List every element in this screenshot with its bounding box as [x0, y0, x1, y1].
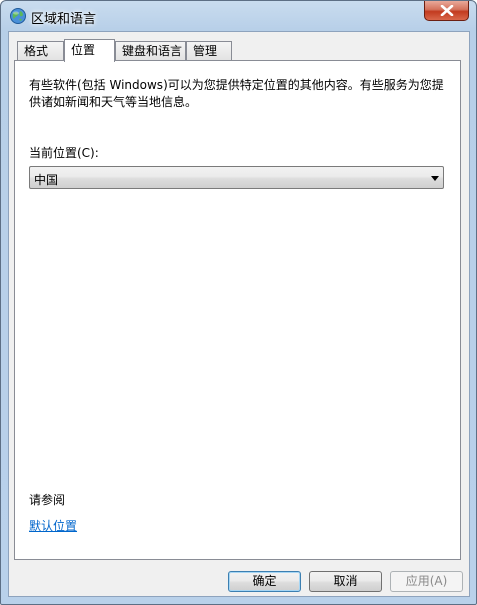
tab-keyboards-languages[interactable]: 键盘和语言 [115, 41, 186, 60]
current-location-value: 中国 [34, 173, 59, 187]
window-title: 区域和语言 [31, 12, 97, 27]
close-icon [440, 5, 454, 16]
default-location-link[interactable]: 默认位置 [29, 517, 77, 534]
title-bar[interactable]: 区域和语言 [1, 1, 476, 31]
dialog-body: 格式 位置 键盘和语言 管理 有些软件(包括 Windows)可以为您提供特定位… [8, 31, 470, 597]
region-language-dialog: 区域和语言 格式 位置 键盘和语言 管理 有些软件(包括 Windows)可以为… [0, 0, 477, 605]
tab-label: 位置 [71, 43, 96, 57]
tab-location[interactable]: 位置 [64, 39, 115, 62]
ok-button[interactable]: 确定 [228, 571, 301, 592]
tab-administrative[interactable]: 管理 [186, 41, 232, 60]
close-button[interactable] [424, 1, 469, 21]
current-location-select[interactable]: 中国 [29, 166, 444, 189]
tab-label: 键盘和语言 [122, 44, 183, 58]
tab-label: 格式 [24, 44, 49, 58]
location-tab-panel: 有些软件(包括 Windows)可以为您提供特定位置的其他内容。有些服务为您提供… [14, 60, 461, 560]
apply-button[interactable]: 应用(A) [390, 571, 463, 592]
chevron-down-icon [431, 176, 439, 181]
current-location-label: 当前位置(C): [29, 146, 99, 160]
location-description: 有些软件(包括 Windows)可以为您提供特定位置的其他内容。有些服务为您提供… [29, 78, 444, 109]
tab-formats[interactable]: 格式 [17, 41, 64, 60]
cancel-button[interactable]: 取消 [309, 571, 382, 592]
tab-label: 管理 [193, 44, 218, 58]
globe-icon [9, 7, 27, 25]
see-also-heading: 请参阅 [29, 493, 66, 507]
